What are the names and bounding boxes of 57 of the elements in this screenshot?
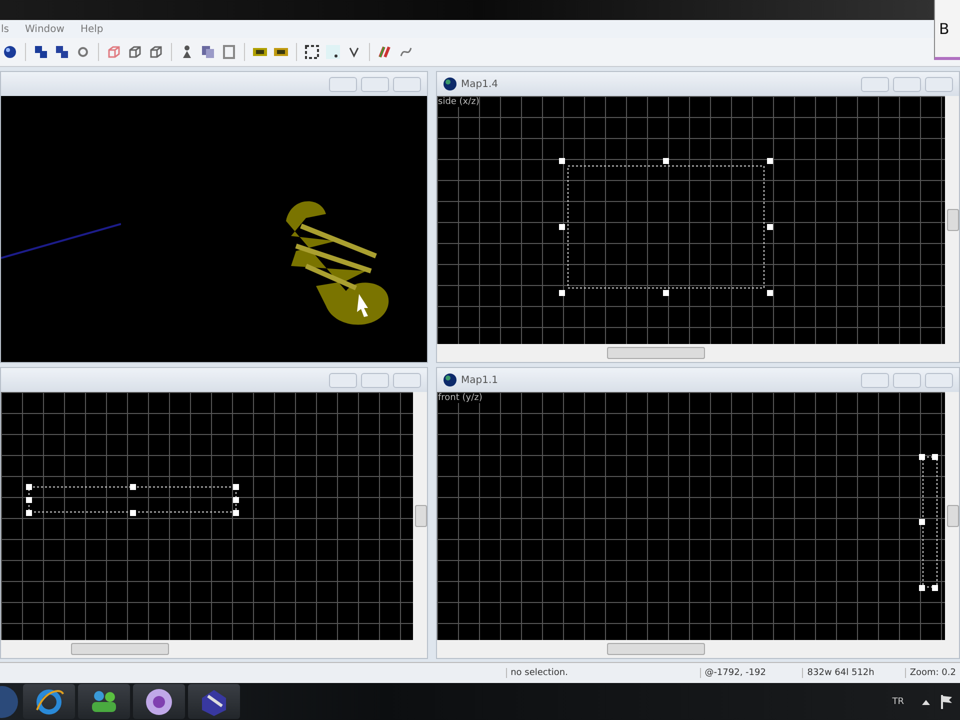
horizontal-scrollbar[interactable] [437,344,959,362]
restore-button[interactable] [893,76,921,92]
taskbar-button[interactable] [188,684,240,719]
selection-drawing[interactable] [559,158,773,296]
selection-drawing[interactable] [919,454,938,591]
viewport-label: side (x/z) [438,97,480,107]
viewport-title: Map1.1 [461,374,498,386]
maximize-button[interactable] [925,372,953,388]
status-cell: Zoom: 0.2 [904,668,960,678]
menu-item[interactable]: Window [24,24,66,34]
horizontal-scrollbar[interactable] [1,640,427,658]
menu-item[interactable]: ls [0,24,10,34]
sphere-icon[interactable] [2,44,18,60]
frame-icon[interactable] [304,44,320,60]
scroll-thumb[interactable] [607,347,705,359]
restore-button[interactable] [361,76,389,92]
restore-button[interactable] [361,372,389,388]
minimize-button[interactable] [329,372,357,388]
cubes-icon[interactable] [54,44,70,60]
viewport-label: front (y/z) [438,393,482,403]
horizontal-scrollbar[interactable] [437,640,959,658]
menu-item[interactable]: Help [79,24,104,34]
globe-icon [443,373,457,387]
viewport-title: Map1.4 [461,78,498,90]
vertical-scrollbar[interactable] [945,96,959,344]
scroll-thumb[interactable] [71,643,169,655]
start-orb-icon[interactable] [0,684,20,718]
popup-text: B [939,20,950,38]
vertical-scrollbar[interactable] [413,392,427,640]
status-cell: @-1792, -192 [700,668,796,678]
minimize-button[interactable] [861,372,889,388]
cube-icon[interactable] [127,44,143,60]
maximize-button[interactable] [393,372,421,388]
status-cell: no selection. [506,668,694,678]
scroll-thumb[interactable] [947,209,959,231]
flag-icon[interactable] [940,694,954,710]
globe-icon [443,77,457,91]
maximize-button[interactable] [393,76,421,92]
copy-icon[interactable] [200,44,216,60]
cube-icon[interactable] [106,44,122,60]
cubes-icon[interactable] [33,44,49,60]
brush-icon[interactable] [377,44,393,60]
scroll-thumb[interactable] [415,505,427,527]
scroll-thumb[interactable] [947,505,959,527]
language-indicator[interactable]: TR [892,696,904,706]
scroll-thumb[interactable] [607,643,705,655]
minimize-button[interactable] [861,76,889,92]
vertical-scrollbar[interactable] [945,392,959,640]
taskbar-button[interactable] [133,684,185,719]
maximize-button[interactable] [925,76,953,92]
selection-drawing[interactable] [26,484,239,516]
taskbar-button[interactable] [78,684,130,719]
cube-icon[interactable] [148,44,164,60]
status-cell: 832w 64l 512h [802,668,899,678]
restore-button[interactable] [893,372,921,388]
minimize-button[interactable] [329,76,357,92]
taskbar-button[interactable] [23,684,75,719]
